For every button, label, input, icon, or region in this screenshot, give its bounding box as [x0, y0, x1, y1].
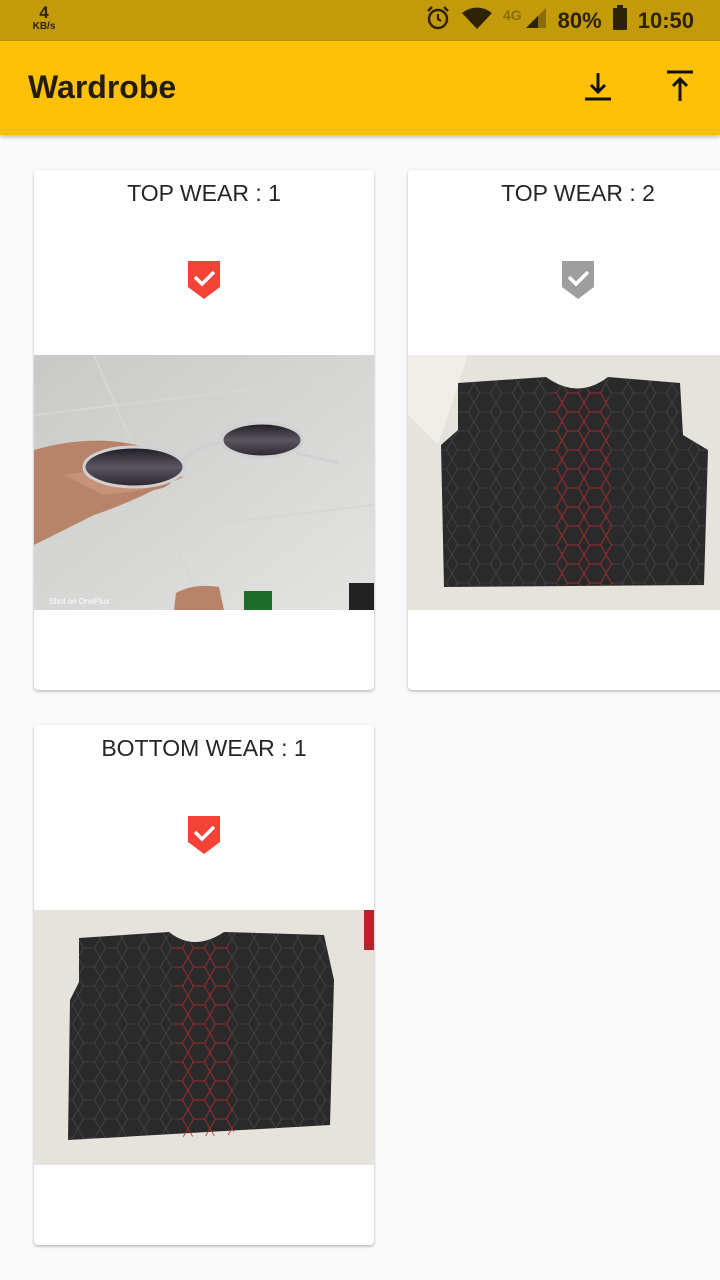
- network-speed-unit: KB/s: [32, 21, 56, 32]
- clothing-photo: Shot on OnePlus: [34, 355, 374, 610]
- battery-percent: 80%: [557, 7, 602, 33]
- wifi-icon: [461, 6, 493, 35]
- clothing-photo: [408, 355, 720, 610]
- app-title: Wardrobe: [28, 69, 177, 105]
- select-check-icon[interactable]: [187, 815, 221, 855]
- alarm-icon: [425, 5, 451, 36]
- network-type-label: 4G: [502, 6, 522, 23]
- battery-icon: [612, 5, 628, 36]
- card-title: TOP WEAR : 1: [127, 180, 281, 206]
- clothing-photo: [34, 910, 374, 1165]
- upload-icon: [665, 69, 695, 108]
- card-title: BOTTOM WEAR : 1: [101, 735, 307, 761]
- upload-button[interactable]: [660, 67, 700, 109]
- wardrobe-card[interactable]: BOTTOM WEAR : 1: [34, 725, 374, 1245]
- network-speed-value: 4: [39, 3, 49, 22]
- download-button[interactable]: [578, 67, 618, 109]
- wardrobe-card[interactable]: TOP WEAR : 1 Shot on OnePlus: [34, 170, 374, 690]
- status-bar: 4 KB/s 4G 80% 10:50: [0, 0, 720, 41]
- network-speed: 4 KB/s: [28, 4, 60, 32]
- card-title: TOP WEAR : 2: [501, 180, 655, 206]
- app-bar: Wardrobe: [0, 41, 720, 135]
- clock: 10:50: [637, 7, 694, 33]
- wardrobe-card[interactable]: TOP WEAR : 2: [408, 170, 720, 690]
- download-icon: [583, 70, 613, 107]
- select-check-icon[interactable]: [561, 260, 595, 300]
- signal-icon: [524, 6, 548, 35]
- select-check-icon[interactable]: [187, 260, 221, 300]
- photo-watermark: Shot on OnePlus: [49, 597, 109, 606]
